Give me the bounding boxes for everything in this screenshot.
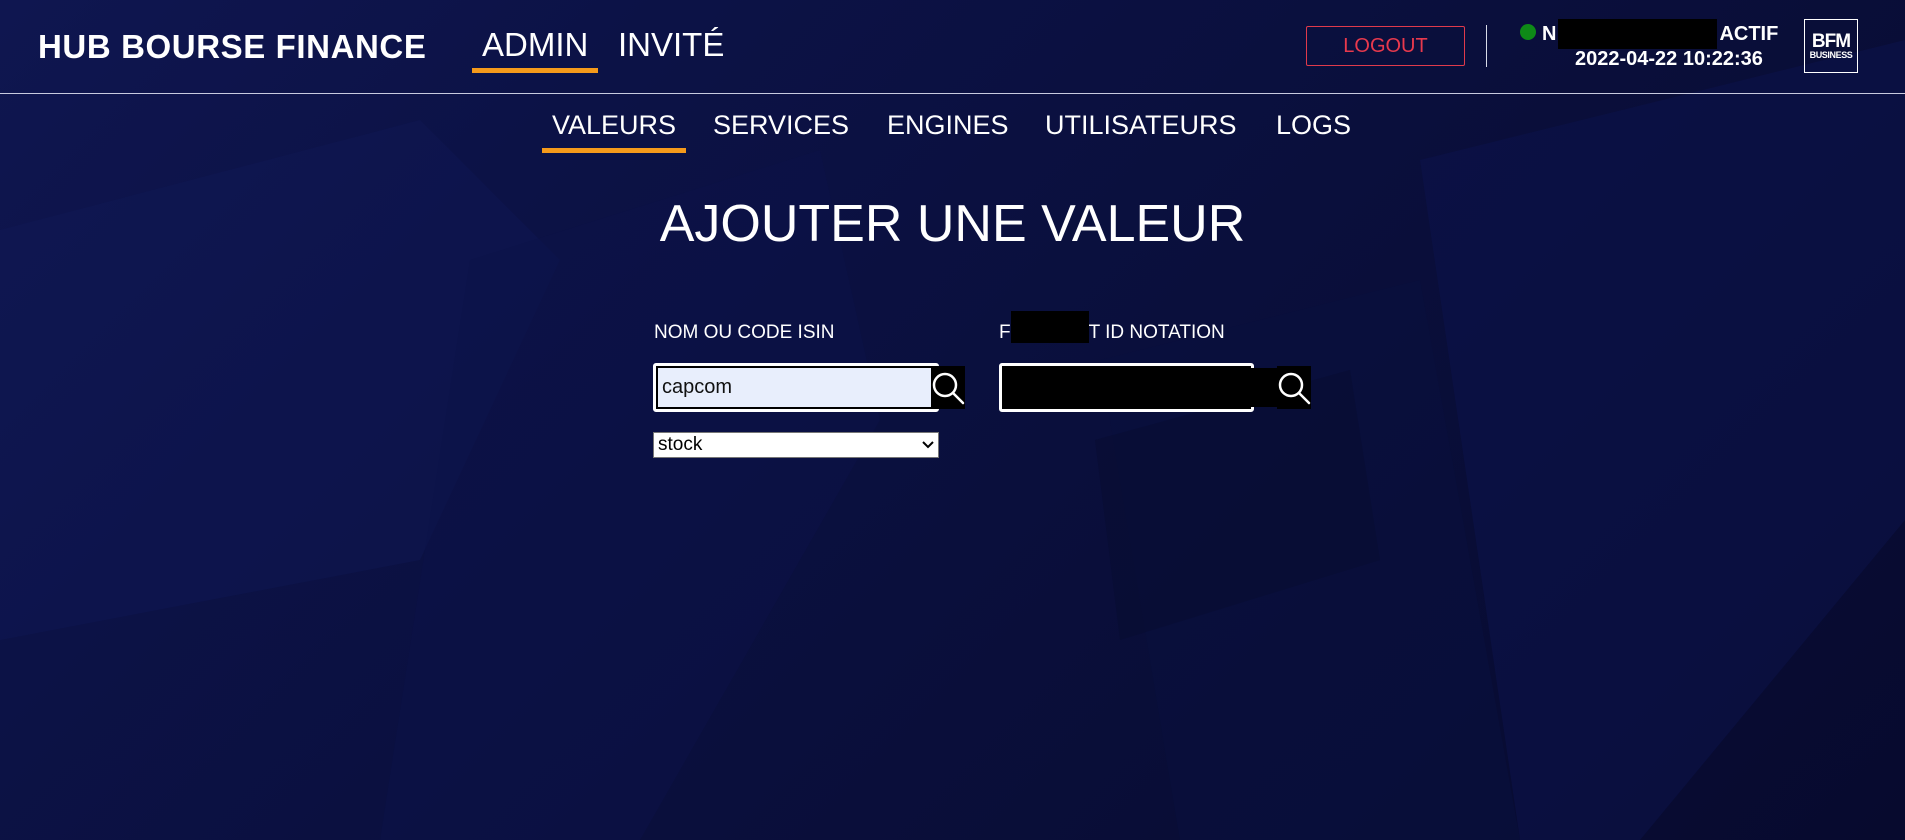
isin-search-button[interactable] [931, 366, 965, 409]
isin-field-label: NOM OU CODE ISIN [654, 322, 835, 343]
logo-line-2: BUSINESS [1809, 50, 1853, 60]
asset-type-selected-value: stock [658, 434, 703, 455]
user-status-label: ACTIF [1719, 22, 1779, 45]
redacted-label-part [1010, 311, 1089, 343]
subnav-valeurs[interactable]: VALEURS [542, 110, 687, 153]
notation-label-suffix: T ID NOTATION [1088, 322, 1225, 343]
subnav-services[interactable]: SERVICES [703, 110, 859, 153]
redacted-user-name [1558, 19, 1718, 49]
current-datetime: 2022-04-22 10:22:36 [1575, 48, 1763, 70]
chevron-down-icon [918, 441, 938, 449]
logout-button[interactable]: LOGOUT [1306, 26, 1465, 66]
bfm-business-logo: BFM BUSINESS [1804, 19, 1858, 73]
tab-invite[interactable]: INVITÉ [608, 26, 734, 72]
subnav-logs[interactable]: LOGS [1266, 110, 1361, 153]
subnav-utilisateurs[interactable]: UTILISATEURS [1035, 110, 1247, 153]
header-divider [1486, 25, 1487, 67]
isin-search-input[interactable] [658, 368, 931, 407]
tab-admin[interactable]: ADMIN [472, 26, 599, 73]
subnav-engines[interactable]: ENGINES [877, 110, 1019, 153]
notation-field-label: F T ID NOTATION [999, 311, 1225, 344]
user-status: N ACTIF [1542, 19, 1779, 49]
status-indicator-icon [1520, 24, 1536, 40]
notation-search-box [999, 363, 1311, 412]
notation-search-input[interactable] [1004, 368, 1277, 407]
search-icon [932, 372, 965, 404]
brand-title: HUB BOURSE FINANCE [38, 28, 427, 65]
page-title: AJOUTER UNE VALEUR [659, 195, 1246, 253]
user-name-prefix: N [1542, 22, 1557, 45]
notation-label-prefix: F [999, 322, 1011, 343]
search-icon [1278, 372, 1311, 404]
asset-type-select[interactable]: stock [653, 432, 939, 458]
top-header: HUB BOURSE FINANCE ADMIN INVITÉ LOGOUT N… [0, 0, 1905, 94]
notation-search-button[interactable] [1277, 366, 1311, 409]
logo-line-1: BFM [1811, 31, 1851, 52]
isin-search-box [653, 363, 965, 412]
